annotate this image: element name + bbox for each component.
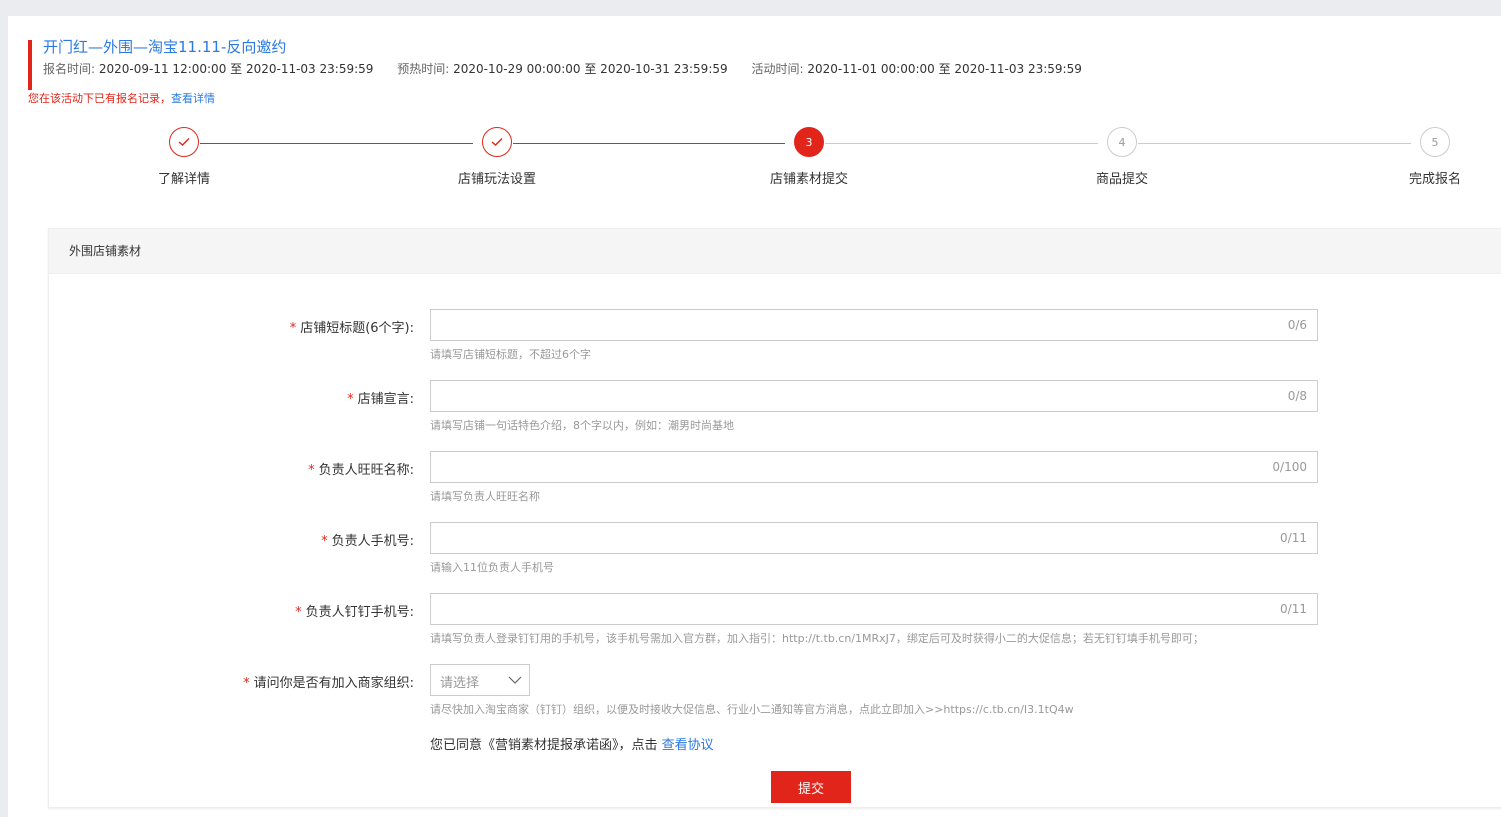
step-1-circle: [169, 127, 199, 157]
title-accent-bar: [28, 40, 32, 90]
activity-times: 报名时间: 2020-09-11 12:00:00 至 2020-11-03 2…: [43, 60, 1102, 77]
preheat-time-value: 2020-10-29 00:00:00 至 2020-10-31 23:59:5…: [453, 62, 728, 76]
slogan-input[interactable]: 0/8: [430, 380, 1318, 412]
step-connector-4: [1138, 143, 1411, 144]
short-title-input[interactable]: 0/6: [430, 309, 1318, 341]
step-connector-3: [825, 143, 1098, 144]
merchant-org-label-text: 请问你是否有加入商家组织:: [253, 676, 414, 691]
wangwang-name-input[interactable]: 0/100: [430, 451, 1318, 483]
store-material-panel: 外围店铺素材 * 店铺短标题(6个字): 0/6 请填写店铺短标题，不超过6个字 …: [48, 228, 1501, 808]
check-icon: [178, 138, 190, 146]
step-5-circle: 5: [1420, 127, 1450, 157]
panel-title: 外围店铺素材: [49, 229, 1501, 274]
slogan-label: * 店铺宣言:: [347, 388, 414, 407]
step-3-label: 店铺素材提交: [769, 172, 849, 187]
step-2-label: 店铺玩法设置: [457, 172, 537, 187]
step-2-circle: [482, 127, 512, 157]
phone-input[interactable]: 0/11: [430, 522, 1318, 554]
merchant-org-placeholder: 请选择: [440, 676, 480, 691]
short-title-hint: 请填写店铺短标题，不超过6个字: [430, 348, 591, 361]
event-time-value: 2020-11-01 00:00:00 至 2020-11-03 23:59:5…: [807, 62, 1082, 76]
slogan-label-text: 店铺宣言:: [357, 392, 414, 407]
dingtalk-phone-label-text: 负责人钉钉手机号:: [305, 605, 414, 620]
signup-time-label: 报名时间:: [43, 62, 96, 76]
dingtalk-phone-label: * 负责人钉钉手机号:: [295, 601, 414, 620]
view-agreement-link[interactable]: 查看协议: [662, 738, 714, 753]
step-4-circle: 4: [1107, 127, 1137, 157]
required-mark: *: [295, 605, 302, 620]
event-time: 活动时间: 2020-11-01 00:00:00 至 2020-11-03 2…: [751, 62, 1081, 76]
signup-time-value: 2020-09-11 12:00:00 至 2020-11-03 23:59:5…: [98, 62, 374, 76]
short-title-label-text: 店铺短标题(6个字):: [300, 321, 414, 336]
step-5-label: 完成报名: [1408, 172, 1462, 187]
wangwang-name-label: * 负责人旺旺名称:: [308, 459, 414, 478]
agreement-statement: 您已同意《营销素材提报承诺函》，点击: [430, 738, 658, 753]
dingtalk-phone-input[interactable]: 0/11: [430, 593, 1318, 625]
signup-notice: 您在该活动下已有报名记录，查看详情: [28, 90, 215, 106]
dingtalk-phone-hint: 请填写负责人登录钉钉用的手机号，该手机号需加入官方群，加入指引：http://t…: [430, 632, 1204, 645]
required-mark: *: [308, 463, 315, 478]
merchant-org-label: * 请问你是否有加入商家组织:: [243, 672, 414, 691]
dingtalk-phone-counter: 0/11: [1280, 602, 1307, 616]
merchant-org-select[interactable]: 请选择: [430, 664, 530, 696]
slogan-counter: 0/8: [1287, 389, 1307, 403]
required-mark: *: [289, 321, 297, 336]
check-icon: [491, 138, 503, 146]
main-card: 开门红—外围—淘宝11.11-反向邀约 报名时间: 2020-09-11 12:…: [8, 16, 1501, 817]
short-title-counter: 0/6: [1287, 318, 1307, 332]
preheat-time-label: 预热时间:: [397, 62, 450, 76]
wangwang-name-label-text: 负责人旺旺名称:: [318, 463, 414, 478]
signup-notice-text: 您在该活动下已有报名记录，: [28, 92, 171, 105]
step-connector-2: [513, 143, 785, 144]
preheat-time: 预热时间: 2020-10-29 00:00:00 至 2020-10-31 2…: [397, 62, 727, 76]
wangwang-name-hint: 请填写负责人旺旺名称: [430, 490, 540, 503]
wangwang-name-counter: 0/100: [1272, 460, 1307, 474]
activity-title: 开门红—外围—淘宝11.11-反向邀约: [43, 38, 287, 56]
step-1-label: 了解详情: [157, 172, 211, 187]
step-3-circle: 3: [794, 127, 824, 157]
phone-hint: 请输入11位负责人手机号: [430, 561, 554, 574]
phone-counter: 0/11: [1280, 531, 1307, 545]
chevron-down-icon: [508, 676, 522, 684]
phone-label-text: 负责人手机号:: [331, 534, 414, 549]
submit-button[interactable]: 提交: [771, 771, 851, 803]
slogan-hint: 请填写店铺一句话特色介绍，8个字以内，例如：潮男时尚基地: [430, 419, 734, 432]
step-4-label: 商品提交: [1095, 172, 1149, 187]
view-details-link[interactable]: 查看详情: [171, 92, 215, 105]
required-mark: *: [321, 534, 328, 549]
event-time-label: 活动时间:: [751, 62, 804, 76]
signup-time: 报名时间: 2020-09-11 12:00:00 至 2020-11-03 2…: [43, 62, 373, 76]
step-connector-1: [200, 143, 473, 144]
short-title-label: * 店铺短标题(6个字):: [290, 317, 414, 336]
agreement-text: 您已同意《营销素材提报承诺函》，点击 查看协议: [430, 734, 714, 753]
required-mark: *: [243, 676, 250, 691]
merchant-org-hint: 请尽快加入淘宝商家（钉钉）组织，以便及时接收大促信息、行业小二通知等官方消息，点…: [430, 703, 1074, 716]
phone-label: * 负责人手机号:: [321, 530, 414, 549]
required-mark: *: [347, 392, 354, 407]
